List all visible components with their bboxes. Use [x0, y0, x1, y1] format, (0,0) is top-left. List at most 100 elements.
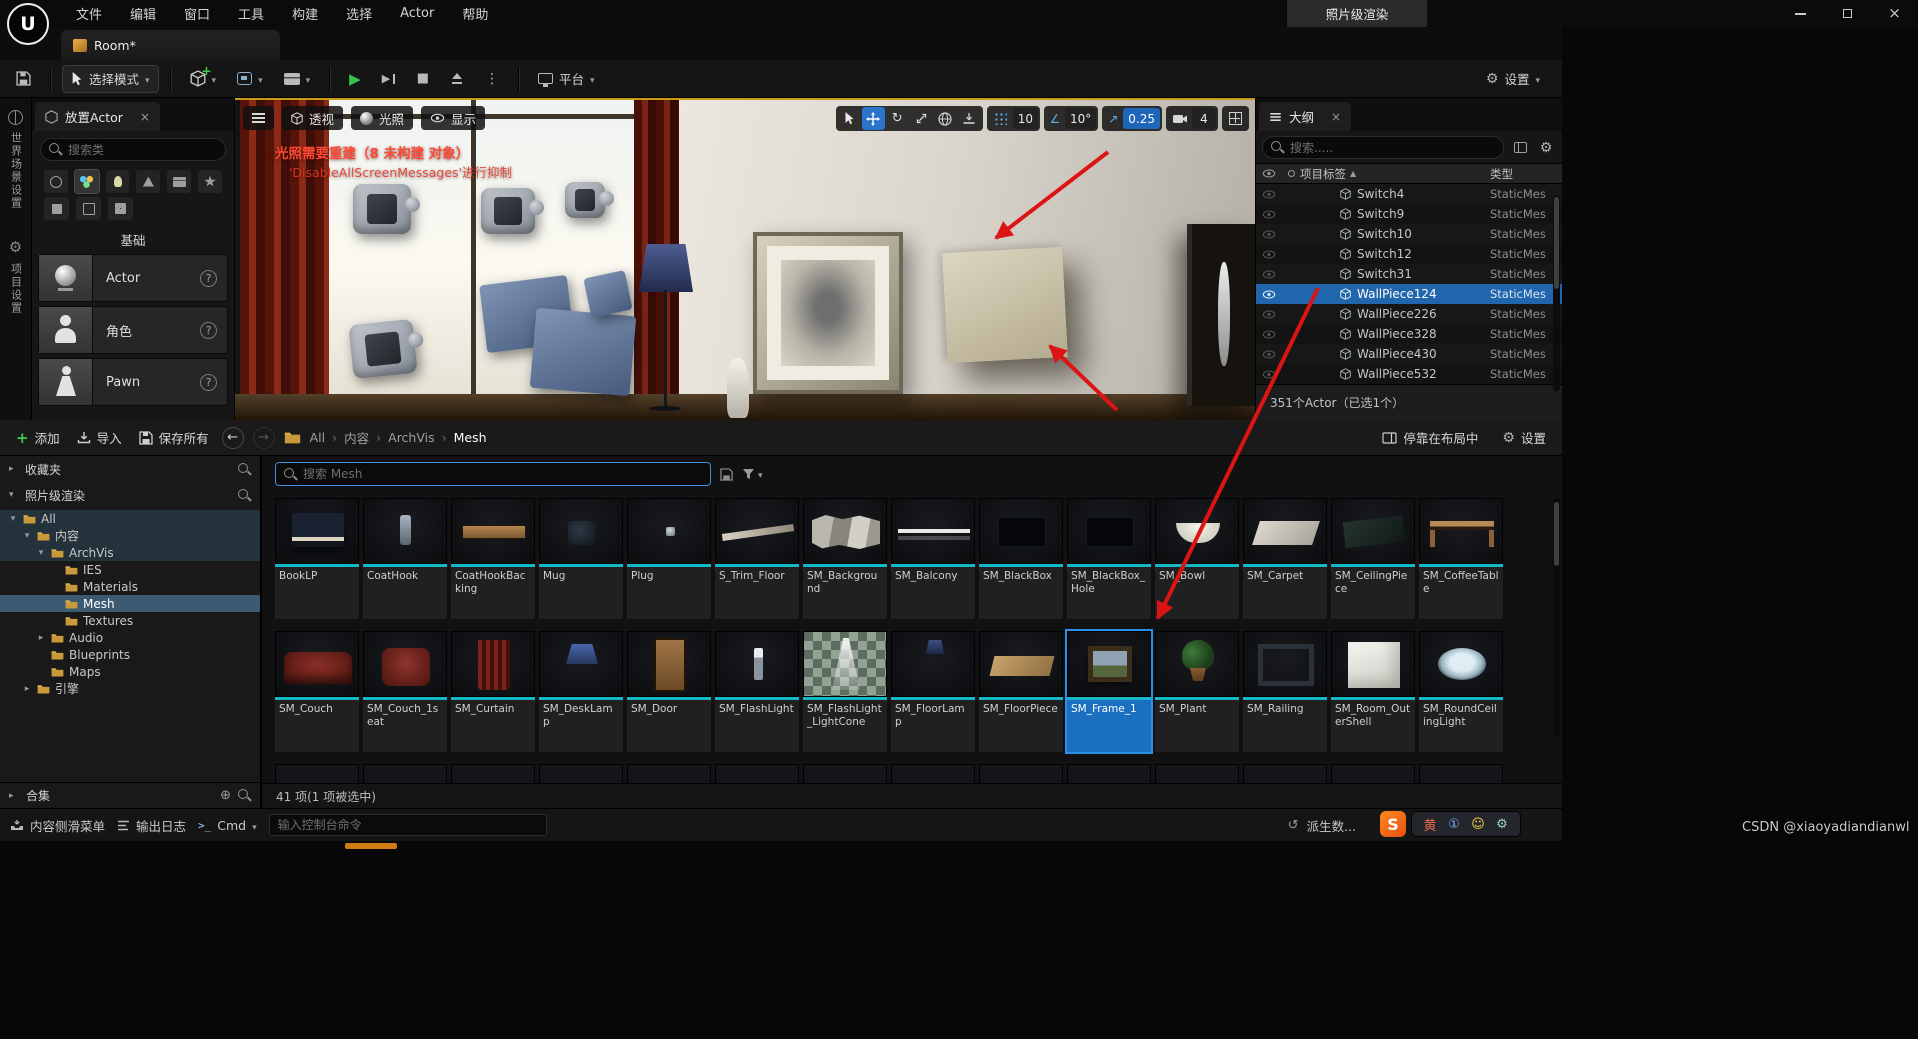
- navigate-forward-button[interactable]: →: [253, 427, 275, 449]
- asset-tile-SM_DeskLamp[interactable]: SM_DeskLamp: [539, 631, 623, 752]
- tab-room-level[interactable]: Room*: [61, 30, 280, 60]
- asset-tile-BookLP[interactable]: BookLP: [275, 498, 359, 619]
- eye-icon[interactable]: [1256, 250, 1282, 259]
- asset-tile-SM_Room_OuterShell[interactable]: SM_Room_OuterShell: [1331, 631, 1415, 752]
- maximize-viewport-button[interactable]: [1222, 106, 1249, 131]
- outliner-row-Switch9[interactable]: Switch9StaticMes: [1256, 204, 1562, 224]
- asset-tile-SM_CoffeeTable[interactable]: SM_CoffeeTable: [1419, 498, 1503, 619]
- asset-tile-SM_Plant[interactable]: SM_Plant: [1155, 631, 1239, 752]
- import-button[interactable]: 导入: [73, 428, 126, 447]
- rotation-snap-group[interactable]: ∠ 10°: [1044, 106, 1098, 131]
- cmd-dropdown[interactable]: Cmd: [198, 818, 257, 833]
- move-tool-button[interactable]: [862, 107, 885, 130]
- ime-logo[interactable]: S: [1380, 811, 1406, 837]
- save-all-button[interactable]: 保存所有: [135, 428, 213, 447]
- volumes-icon[interactable]: [76, 197, 101, 220]
- expander-icon[interactable]: ▸: [9, 464, 19, 474]
- project-section[interactable]: ▾ 照片级渲染: [0, 482, 260, 508]
- eject-button[interactable]: [442, 65, 472, 93]
- stop-button[interactable]: ■: [409, 65, 437, 93]
- outliner-scrollbar[interactable]: [1553, 195, 1560, 391]
- item-label-column-header[interactable]: 项目标签 ▲: [1300, 166, 1490, 182]
- save-search-icon[interactable]: [720, 468, 733, 481]
- asset-tile-partial[interactable]: [275, 764, 359, 783]
- grid-snap-group[interactable]: 10: [987, 106, 1040, 131]
- asset-tile-SM_FloorLamp[interactable]: SM_FloorLamp: [891, 631, 975, 752]
- blueprints-button[interactable]: [229, 65, 271, 93]
- asset-tile-SM_Door[interactable]: SM_Door: [627, 631, 711, 752]
- select-mode-dropdown[interactable]: 选择模式: [62, 65, 159, 93]
- content-drawer-button[interactable]: 内容侧滑菜单: [10, 816, 105, 835]
- eye-icon[interactable]: [1256, 310, 1282, 319]
- asset-tile-SM_Bowl[interactable]: SM_Bowl: [1155, 498, 1239, 619]
- save-button[interactable]: [8, 65, 39, 93]
- tree-item-All[interactable]: ▾All: [0, 510, 260, 527]
- asset-tile-CoatHook[interactable]: CoatHook: [363, 498, 447, 619]
- tree-item-Mesh[interactable]: Mesh: [0, 595, 260, 612]
- menu-item-工具[interactable]: 工具: [224, 0, 278, 27]
- tree-expander-icon[interactable]: ▾: [8, 514, 18, 524]
- tree-expander-icon[interactable]: ▸: [22, 684, 32, 694]
- expander-icon[interactable]: ▾: [9, 490, 19, 500]
- scale-snap-group[interactable]: ↗ 0.25: [1102, 106, 1162, 131]
- asset-tile-SM_Balcony[interactable]: SM_Balcony: [891, 498, 975, 619]
- outliner-row-Switch31[interactable]: Switch31StaticMes: [1256, 264, 1562, 284]
- asset-tile-SM_FlashLight_LightCone[interactable]: SM_FlashLight_LightCone: [803, 631, 887, 752]
- add-collection-icon[interactable]: [220, 788, 231, 803]
- tree-item-Maps[interactable]: Maps: [0, 663, 260, 680]
- minimize-button[interactable]: [1777, 0, 1824, 27]
- basic-icon[interactable]: [75, 170, 99, 193]
- lights-icon[interactable]: [106, 170, 130, 193]
- asset-tile-partial[interactable]: [363, 764, 447, 783]
- search-icon[interactable]: [238, 489, 251, 502]
- rotate-tool-button[interactable]: ↻: [886, 107, 909, 130]
- eye-icon[interactable]: [1256, 290, 1282, 299]
- outliner-row-WallPiece532[interactable]: WallPiece532StaticMes: [1256, 364, 1562, 384]
- select-tool-button[interactable]: [838, 107, 861, 130]
- all-categories-icon[interactable]: [108, 197, 133, 220]
- asset-tile-SM_FloorPiece[interactable]: SM_FloorPiece: [979, 631, 1063, 752]
- unreal-logo-icon[interactable]: [7, 3, 49, 45]
- breadcrumb-item-All[interactable]: All: [310, 430, 326, 445]
- outliner-settings-button[interactable]: [1536, 138, 1556, 158]
- grid-snap-value[interactable]: 10: [1013, 108, 1038, 129]
- asset-tile-SM_Background[interactable]: SM_Background: [803, 498, 887, 619]
- tree-expander-icon[interactable]: ▾: [22, 531, 32, 541]
- ime-icon-0[interactable]: 黄: [1419, 815, 1441, 834]
- scrollbar-thumb[interactable]: [1554, 502, 1559, 566]
- show-flags-dropdown[interactable]: 显示: [421, 106, 485, 130]
- menu-item-选择[interactable]: 选择: [332, 0, 386, 27]
- close-button[interactable]: [1871, 0, 1918, 27]
- eye-icon[interactable]: [1256, 190, 1282, 199]
- side-tab-project-settings[interactable]: 项目设置: [8, 238, 24, 315]
- rotation-snap-value[interactable]: 10°: [1065, 108, 1096, 129]
- asset-tile-SM_BlackBox_Hole[interactable]: SM_BlackBox_Hole: [1067, 498, 1151, 619]
- type-column-header[interactable]: 类型: [1490, 166, 1562, 182]
- asset-grid-scrollbar[interactable]: [1553, 498, 1560, 736]
- cinematics-button[interactable]: [276, 65, 319, 93]
- asset-tile-partial[interactable]: [539, 764, 623, 783]
- recently-placed-icon[interactable]: [44, 170, 68, 193]
- play-button[interactable]: ▶: [341, 65, 369, 93]
- eye-icon[interactable]: [1256, 370, 1282, 379]
- asset-tile-partial[interactable]: [451, 764, 535, 783]
- place-item-角色[interactable]: 角色?: [38, 306, 228, 354]
- place-actor-tab[interactable]: 放置Actor: [35, 102, 160, 131]
- dock-in-layout-button[interactable]: 停靠在布局中: [1378, 428, 1482, 447]
- outliner-tab[interactable]: 大纲: [1259, 102, 1351, 131]
- tree-item-Textures[interactable]: Textures: [0, 612, 260, 629]
- shapes-icon[interactable]: [136, 170, 160, 193]
- output-log-button[interactable]: 输出日志: [117, 816, 186, 835]
- ime-icon-3[interactable]: ⚙: [1491, 817, 1513, 832]
- viewport-panel[interactable]: 光照需要重建（8 未构建 对象） 'DisableAllScreenMessag…: [235, 98, 1256, 420]
- tree-item-IES[interactable]: IES: [0, 561, 260, 578]
- asset-tile-SM_Frame_1[interactable]: SM_Frame_1: [1067, 631, 1151, 752]
- visual-effects-icon[interactable]: [198, 170, 222, 193]
- maximize-button[interactable]: [1824, 0, 1871, 27]
- menu-item-构建[interactable]: 构建: [278, 0, 332, 27]
- outliner-row-Switch4[interactable]: Switch4StaticMes: [1256, 184, 1562, 204]
- scrollbar-thumb[interactable]: [1554, 197, 1559, 289]
- tree-item-内容[interactable]: ▾内容: [0, 527, 260, 544]
- tree-item-Audio[interactable]: ▸Audio: [0, 629, 260, 646]
- frame-skip-button[interactable]: [374, 65, 404, 93]
